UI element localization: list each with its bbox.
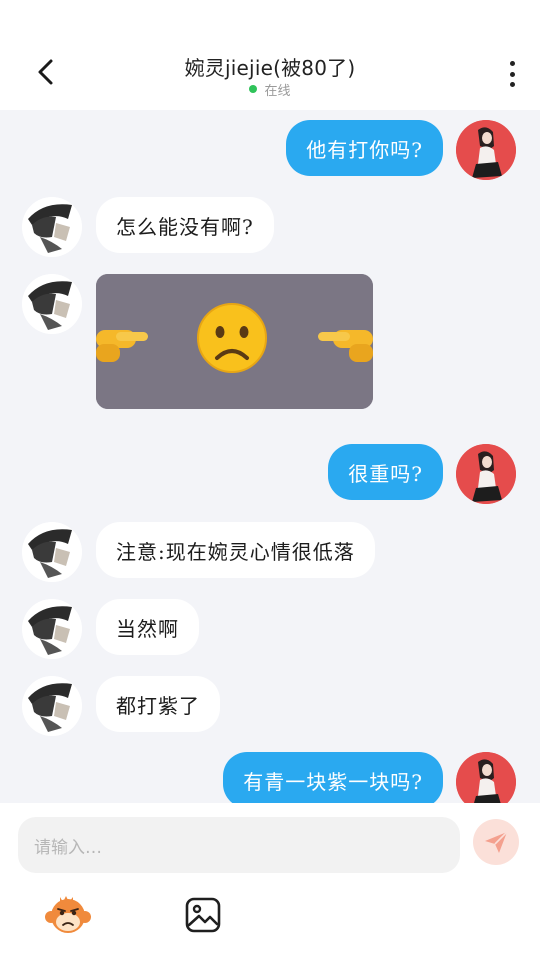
peer-avatar[interactable] (22, 676, 82, 736)
chat-title: 婉灵jiejie(被80了) (184, 56, 356, 80)
incoming-message-bubble[interactable]: 当然啊 (96, 599, 199, 655)
incoming-message-bubble[interactable]: 注意:现在婉灵心情很低落 (96, 522, 375, 578)
message-input[interactable]: 请输入… (18, 817, 460, 873)
emoji-button[interactable] (44, 891, 92, 939)
message-composer: 请输入… (0, 803, 540, 960)
self-avatar[interactable] (456, 444, 516, 504)
peer-avatar[interactable] (22, 599, 82, 659)
self-avatar[interactable] (456, 120, 516, 180)
peer-avatar[interactable] (22, 522, 82, 582)
online-status: 在线 (0, 80, 540, 99)
send-button[interactable] (473, 819, 519, 865)
outgoing-message-bubble[interactable]: 有青一块紫一块吗? (223, 752, 443, 803)
image-button[interactable] (183, 895, 223, 935)
peer-avatar[interactable] (22, 274, 82, 334)
peer-avatar[interactable] (22, 197, 82, 257)
message-input-placeholder: 请输入… (34, 837, 102, 858)
online-status-label: 在线 (264, 84, 291, 99)
more-dot-icon (509, 82, 515, 87)
sticker-message[interactable] (96, 274, 373, 409)
paper-plane-icon (485, 831, 508, 853)
online-dot-icon (249, 85, 258, 93)
message-list[interactable]: 他有打你吗? 怎么能没有啊? 很重吗? 注意:现在婉灵心情很低落 当然啊 都打紫… (0, 110, 540, 803)
more-dot-icon (509, 71, 515, 77)
self-avatar[interactable] (456, 752, 516, 803)
more-dot-icon (509, 61, 515, 66)
outgoing-message-bubble[interactable]: 他有打你吗? (286, 120, 443, 176)
monkey-emoji-icon (45, 896, 91, 933)
incoming-message-bubble[interactable]: 都打紫了 (96, 676, 220, 732)
sad-face-icon (197, 303, 267, 373)
more-options-button[interactable] (502, 56, 522, 92)
incoming-message-bubble[interactable]: 怎么能没有啊? (96, 197, 274, 253)
outgoing-message-bubble[interactable]: 很重吗? (328, 444, 443, 500)
chat-header: 婉灵jiejie(被80了) 在线 (0, 0, 540, 110)
image-icon (185, 897, 221, 933)
